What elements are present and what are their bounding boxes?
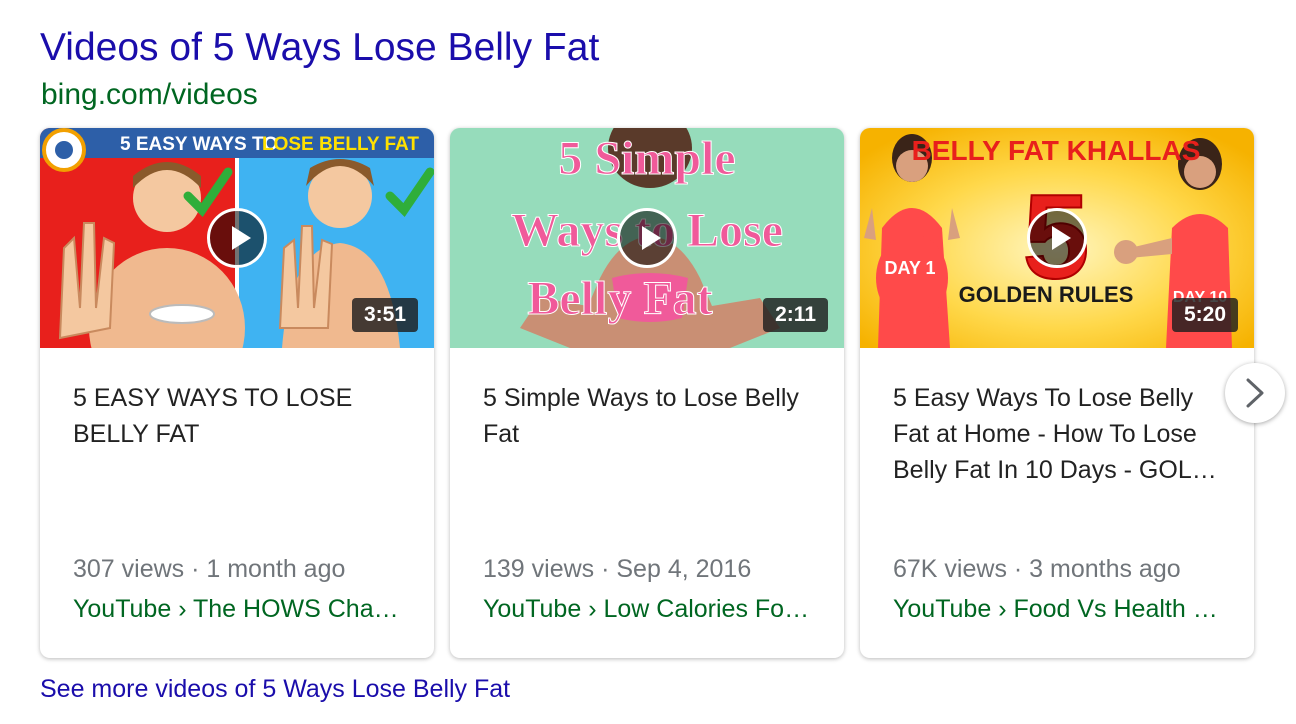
- play-icon[interactable]: [1027, 208, 1087, 268]
- carousel-next-button[interactable]: [1225, 363, 1285, 423]
- thumb-day-1: DAY 1: [884, 258, 935, 278]
- see-more-videos-link[interactable]: See more videos of 5 Ways Lose Belly Fat: [40, 672, 510, 706]
- thumb-banner-text: BELLY FAT KHALLAS: [912, 135, 1201, 166]
- video-channel[interactable]: YouTube › Food Vs Health …: [893, 592, 1225, 626]
- video-card-2[interactable]: 5 Simple Ways to Lose Belly Fat 2:11 5 S…: [450, 128, 844, 658]
- video-title[interactable]: 5 EASY WAYS TO LOSE BELLY FAT: [73, 380, 413, 452]
- video-meta: 307 views · 1 month ago: [73, 555, 346, 583]
- thumb-text-line-3: Belly Fat: [527, 272, 712, 325]
- video-channel[interactable]: YouTube › The HOWS Chan…: [73, 592, 405, 626]
- video-card-3[interactable]: 5 BELLY FAT KHALLAS GOLDEN RULES DAY 1 D…: [860, 128, 1254, 658]
- thumb-banner-text-a: 5 EASY WAYS TO: [120, 134, 278, 155]
- video-duration: 2:11: [763, 298, 828, 332]
- video-thumbnail[interactable]: 5 EASY WAYS TO LOSE BELLY FAT 3:51: [40, 128, 434, 348]
- video-duration: 3:51: [351, 298, 418, 332]
- video-thumbnail[interactable]: 5 Simple Ways to Lose Belly Fat 2:11: [450, 128, 844, 348]
- video-title[interactable]: 5 Simple Ways to Lose Belly Fat: [483, 380, 823, 452]
- video-meta: 139 views · Sep 4, 2016: [483, 555, 752, 583]
- play-icon[interactable]: [207, 208, 267, 268]
- thumb-golden-rules: GOLDEN RULES: [959, 282, 1134, 307]
- video-channel[interactable]: YouTube › Low Calories Fo…: [483, 592, 815, 626]
- play-icon[interactable]: [617, 208, 677, 268]
- source-url: bing.com/videos: [41, 78, 258, 111]
- thumb-text-line-1: 5 Simple: [558, 132, 735, 185]
- thumb-banner-text-b: LOSE BELLY FAT: [262, 134, 419, 155]
- chevron-right-icon: [1246, 378, 1264, 408]
- video-title[interactable]: 5 Easy Ways To Lose Belly Fat at Home - …: [893, 380, 1233, 488]
- results-title-link[interactable]: Videos of 5 Ways Lose Belly Fat: [40, 26, 599, 70]
- video-card-1[interactable]: 5 EASY WAYS TO LOSE BELLY FAT 3:51 5 EAS…: [40, 128, 434, 658]
- video-meta: 67K views · 3 months ago: [893, 555, 1181, 583]
- video-thumbnail[interactable]: 5 BELLY FAT KHALLAS GOLDEN RULES DAY 1 D…: [860, 128, 1254, 348]
- video-duration: 5:20: [1171, 298, 1238, 332]
